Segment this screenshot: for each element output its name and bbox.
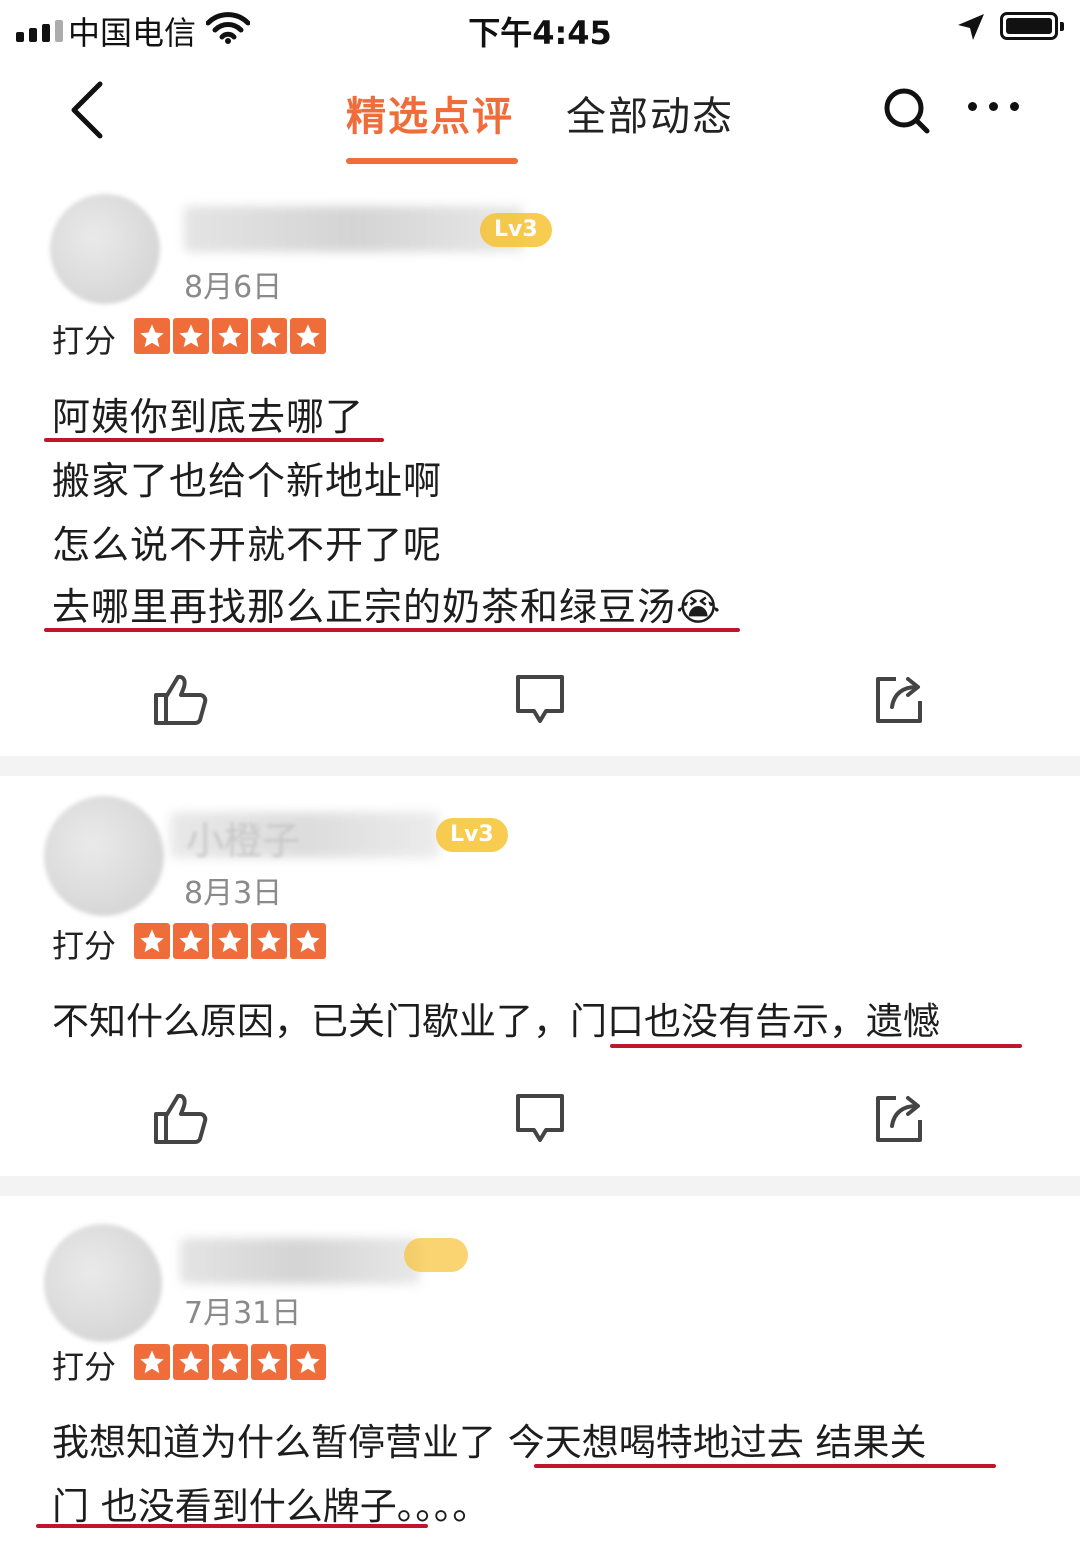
star-icon [212,318,248,354]
more-options-icon[interactable] [968,102,1019,111]
review-text-line: 搬家了也给个新地址啊 [52,459,443,503]
level-badge: Lv3 [480,213,552,247]
star-icon [290,1344,326,1380]
back-arrow-icon[interactable] [62,78,122,142]
star-rating [134,1344,326,1380]
score-label: 打分 [52,927,117,965]
reviewer-name-blurred [184,206,524,252]
battery-icon [1000,12,1064,40]
review-card: Lv3 8月6日 打分 阿姨你到底去哪了 搬家了也给个新地址啊 怎么说不开就不开… [0,166,1080,756]
review-text-line: 门 也没看到什么牌子。。。。 [52,1485,490,1528]
active-tab-indicator [346,158,518,164]
status-bar: 中国电信 下午4:45 [0,0,1080,56]
star-icon [173,1344,209,1380]
tab-all-activity[interactable]: 全部动态 [566,84,734,142]
review-date: 8月6日 [184,270,283,305]
comment-icon[interactable] [510,671,570,727]
star-icon [212,923,248,959]
review-text-line: 我想知道为什么暂停营业了 今天想喝特地过去 结果关 [52,1421,927,1464]
star-icon [251,318,287,354]
clock: 下午4:45 [468,14,612,52]
star-icon [134,1344,170,1380]
star-icon [134,318,170,354]
location-arrow-icon [958,14,984,40]
avatar [44,1224,162,1342]
star-icon [251,1344,287,1380]
review-text-line: 怎么说不开就不开了呢 [52,523,443,567]
star-icon [134,923,170,959]
avatar [50,194,160,304]
review-date: 7月31日 [184,1296,302,1331]
star-rating [134,923,326,959]
review-text-line: 去哪里再找那么正宗的奶茶和绿豆汤😭 [52,585,722,629]
highlight-underline [44,628,740,632]
section-divider [0,756,1080,776]
share-icon[interactable] [870,671,930,727]
star-icon [173,318,209,354]
review-card: 7月31日 打分 我想知道为什么暂停营业了 今天想喝特地过去 结果关 门 也没看… [0,1196,1080,1562]
star-icon [173,923,209,959]
comment-icon[interactable] [510,1090,570,1146]
level-badge: Lv3 [436,818,508,852]
star-icon [212,1344,248,1380]
level-badge [404,1238,468,1272]
nav-bar: 精选点评 全部动态 [0,56,1080,166]
star-icon [290,318,326,354]
score-label: 打分 [52,322,117,360]
score-label: 打分 [52,1348,117,1386]
star-rating [134,318,326,354]
review-text-line: 阿姨你到底去哪了 [52,395,365,439]
highlight-underline [610,1044,1022,1048]
review-text-line: 不知什么原因，已关门歇业了，门口也没有告示，遗憾 [52,1000,940,1043]
star-icon [290,923,326,959]
tab-featured-reviews[interactable]: 精选点评 [346,84,514,142]
highlight-underline [36,1524,428,1528]
search-icon[interactable] [880,84,932,136]
review-card: 小橙子 Lv3 8月3日 打分 不知什么原因，已关门歇业了，门口也没有告示，遗憾 [0,776,1080,1176]
highlight-underline [534,1464,996,1468]
review-date: 8月3日 [184,876,283,911]
reviewer-name-blurred [180,1238,420,1284]
section-divider [0,1176,1080,1196]
avatar [44,796,164,916]
share-icon[interactable] [870,1090,930,1146]
reviewer-name: 小橙子 [186,819,301,863]
highlight-underline [44,438,384,442]
star-icon [251,923,287,959]
like-icon[interactable] [150,671,210,727]
like-icon[interactable] [150,1090,210,1146]
